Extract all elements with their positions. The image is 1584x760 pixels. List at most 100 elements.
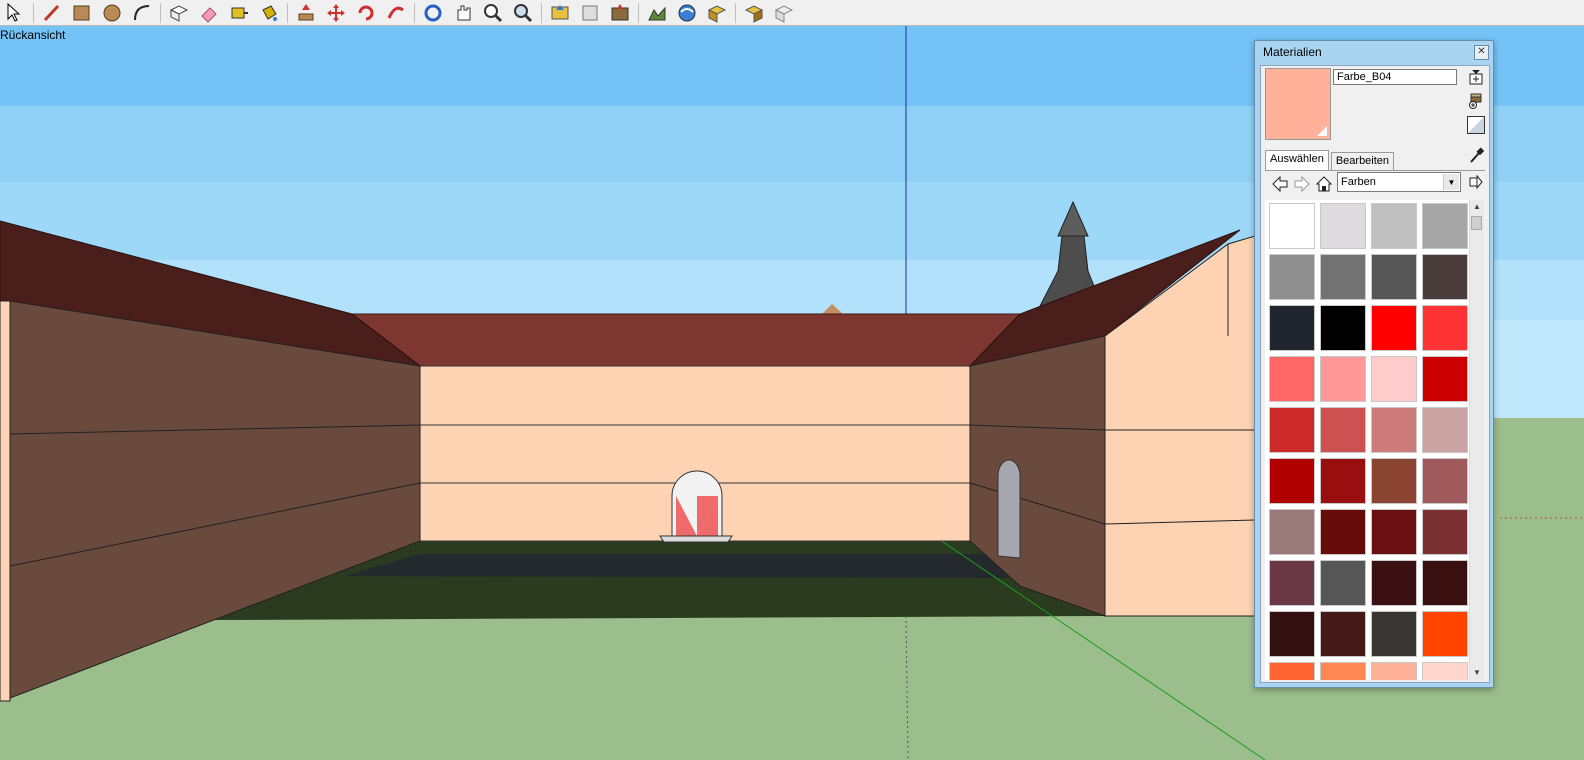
library-select-value: Farben bbox=[1341, 176, 1376, 188]
home-icon[interactable] bbox=[1313, 174, 1335, 194]
toggle-terrain-icon[interactable] bbox=[644, 1, 670, 24]
scroll-up-icon[interactable]: ▲ bbox=[1470, 200, 1484, 214]
tab-select[interactable]: Auswählen bbox=[1265, 150, 1329, 170]
close-icon[interactable]: ✕ bbox=[1474, 44, 1489, 60]
material-swatch[interactable] bbox=[1269, 662, 1315, 680]
material-swatch[interactable] bbox=[1422, 254, 1468, 300]
material-swatch[interactable] bbox=[1371, 560, 1417, 606]
material-swatch[interactable] bbox=[1269, 254, 1315, 300]
materials-panel: Materialien ✕ Auswählen Bearbeiten bbox=[1254, 40, 1494, 688]
library-select[interactable]: Farben ▼ bbox=[1337, 172, 1461, 192]
create-material-icon[interactable] bbox=[1467, 92, 1485, 110]
material-swatch[interactable] bbox=[1269, 560, 1315, 606]
google-earth-icon[interactable] bbox=[674, 1, 700, 24]
circle-tool-icon[interactable] bbox=[99, 1, 125, 24]
material-swatch[interactable] bbox=[1320, 560, 1366, 606]
pan-tool-icon[interactable] bbox=[450, 1, 476, 24]
add-location-icon[interactable] bbox=[607, 1, 633, 24]
share-model-icon[interactable] bbox=[577, 1, 603, 24]
scroll-thumb[interactable] bbox=[1471, 216, 1482, 230]
material-swatch[interactable] bbox=[1269, 407, 1315, 453]
scene-label: Rückansicht bbox=[0, 28, 66, 42]
material-swatch[interactable] bbox=[1320, 662, 1366, 680]
material-swatch[interactable] bbox=[1320, 458, 1366, 504]
library-navigation bbox=[1269, 173, 1335, 195]
material-swatch[interactable] bbox=[1422, 509, 1468, 555]
material-swatch[interactable] bbox=[1320, 356, 1366, 402]
material-swatch[interactable] bbox=[1320, 611, 1366, 657]
material-swatch[interactable] bbox=[1320, 305, 1366, 351]
default-material-icon[interactable] bbox=[1467, 116, 1485, 134]
back-arrow-icon[interactable] bbox=[1269, 174, 1291, 194]
share-component-icon[interactable] bbox=[741, 1, 767, 24]
display-secondary-icon[interactable] bbox=[1467, 68, 1485, 86]
tape-measure-icon[interactable] bbox=[226, 1, 252, 24]
toolbar-separator bbox=[287, 2, 288, 23]
material-swatch[interactable] bbox=[1422, 611, 1468, 657]
material-swatch[interactable] bbox=[1371, 203, 1417, 249]
chevron-down-icon: ▼ bbox=[1443, 174, 1459, 190]
material-swatch[interactable] bbox=[1320, 254, 1366, 300]
zoom-tool-icon[interactable] bbox=[480, 1, 506, 24]
swatch-scrollbar[interactable]: ▲ ▼ bbox=[1469, 200, 1484, 680]
material-swatch[interactable] bbox=[1422, 407, 1468, 453]
main-toolbar bbox=[0, 0, 1584, 26]
toolbar-separator bbox=[541, 2, 542, 23]
follow-me-icon[interactable] bbox=[383, 1, 409, 24]
get-models-icon[interactable] bbox=[547, 1, 573, 24]
toolbar-separator bbox=[638, 2, 639, 23]
details-arrow-icon[interactable] bbox=[1467, 173, 1485, 191]
material-swatch[interactable] bbox=[1320, 509, 1366, 555]
material-swatch[interactable] bbox=[1371, 356, 1417, 402]
material-swatch[interactable] bbox=[1371, 611, 1417, 657]
zoom-extents-icon[interactable] bbox=[510, 1, 536, 24]
rotate-tool-icon[interactable] bbox=[353, 1, 379, 24]
photo-textures-icon[interactable] bbox=[771, 1, 797, 24]
eyedropper-icon[interactable] bbox=[1467, 146, 1485, 164]
select-tool-icon[interactable] bbox=[2, 1, 28, 24]
forward-arrow-icon[interactable] bbox=[1291, 174, 1313, 194]
sample-corner-icon bbox=[1317, 126, 1327, 136]
arc-tool-icon[interactable] bbox=[129, 1, 155, 24]
material-swatch[interactable] bbox=[1422, 560, 1468, 606]
material-swatch[interactable] bbox=[1371, 509, 1417, 555]
material-swatch[interactable] bbox=[1422, 203, 1468, 249]
tab-edit[interactable]: Bearbeiten bbox=[1330, 152, 1395, 170]
pencil-tool-icon[interactable] bbox=[39, 1, 65, 24]
material-preview bbox=[1265, 68, 1331, 140]
get-components-icon[interactable] bbox=[704, 1, 730, 24]
material-swatch[interactable] bbox=[1422, 356, 1468, 402]
toolbar-separator bbox=[33, 2, 34, 23]
material-swatch[interactable] bbox=[1269, 305, 1315, 351]
material-swatch[interactable] bbox=[1422, 662, 1468, 680]
make-component-icon[interactable] bbox=[166, 1, 192, 24]
move-tool-icon[interactable] bbox=[323, 1, 349, 24]
scroll-down-icon[interactable]: ▼ bbox=[1470, 666, 1484, 680]
eraser-tool-icon[interactable] bbox=[196, 1, 222, 24]
material-swatch[interactable] bbox=[1269, 611, 1315, 657]
rectangle-tool-icon[interactable] bbox=[69, 1, 95, 24]
left-wall-end bbox=[0, 300, 11, 702]
orbit-tool-icon[interactable] bbox=[420, 1, 446, 24]
material-swatch[interactable] bbox=[1269, 203, 1315, 249]
material-swatch[interactable] bbox=[1320, 203, 1366, 249]
material-tabs: Auswählen Bearbeiten bbox=[1265, 150, 1396, 170]
toolbar-separator bbox=[160, 2, 161, 23]
material-swatch[interactable] bbox=[1371, 254, 1417, 300]
material-swatch[interactable] bbox=[1269, 458, 1315, 504]
material-swatch[interactable] bbox=[1320, 407, 1366, 453]
material-swatch[interactable] bbox=[1422, 458, 1468, 504]
paint-bucket-icon[interactable] bbox=[256, 1, 282, 24]
material-swatch[interactable] bbox=[1371, 305, 1417, 351]
material-swatch[interactable] bbox=[1371, 662, 1417, 680]
toolbar-separator bbox=[414, 2, 415, 23]
push-pull-icon[interactable] bbox=[293, 1, 319, 24]
material-swatch[interactable] bbox=[1269, 356, 1315, 402]
material-swatch[interactable] bbox=[1269, 509, 1315, 555]
back-roof bbox=[350, 313, 1022, 367]
material-swatch[interactable] bbox=[1422, 305, 1468, 351]
material-swatch[interactable] bbox=[1371, 407, 1417, 453]
materials-titlebar[interactable]: Materialien ✕ bbox=[1255, 41, 1493, 63]
material-swatch[interactable] bbox=[1371, 458, 1417, 504]
material-name-field[interactable] bbox=[1333, 69, 1457, 85]
